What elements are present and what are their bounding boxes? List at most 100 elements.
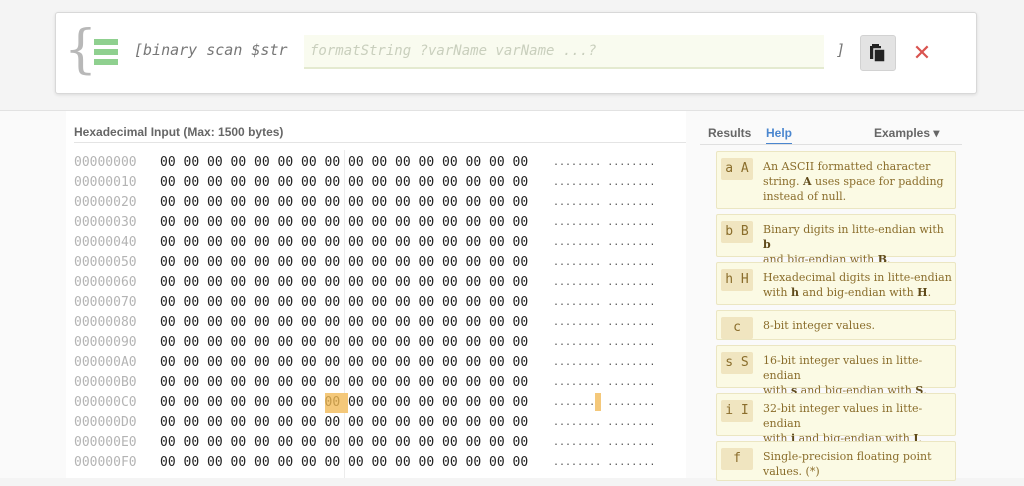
hex-byte[interactable]: 00 [301, 193, 325, 213]
hex-byte[interactable]: 00 [254, 333, 278, 353]
hex-byte[interactable]: 00 [419, 413, 443, 433]
hex-byte[interactable]: 00 [348, 393, 372, 413]
hex-byte[interactable]: 00 [278, 153, 302, 173]
hex-byte[interactable]: 00 [231, 413, 255, 433]
hex-byte[interactable]: 00 [466, 373, 490, 393]
hex-byte[interactable]: 00 [466, 273, 490, 293]
hex-byte[interactable]: 00 [231, 193, 255, 213]
hex-byte[interactable]: 00 [231, 353, 255, 373]
hex-byte[interactable]: 00 [325, 373, 349, 393]
hex-byte[interactable]: 00 [160, 453, 184, 473]
hex-byte[interactable]: 00 [184, 273, 208, 293]
hex-byte[interactable]: 00 [184, 153, 208, 173]
tab-help[interactable]: Help [766, 126, 793, 145]
hex-byte[interactable]: 00 [348, 193, 372, 213]
hex-byte[interactable]: 00 [372, 373, 396, 393]
hex-byte[interactable]: 00 [278, 333, 302, 353]
hex-byte[interactable]: 00 [160, 313, 184, 333]
hex-byte[interactable]: 00 [254, 153, 278, 173]
hex-byte[interactable]: 00 [301, 153, 325, 173]
hex-byte[interactable]: 00 [160, 153, 184, 173]
hex-byte[interactable]: 00 [513, 253, 537, 273]
hex-byte[interactable]: 00 [466, 233, 490, 253]
hex-byte[interactable]: 00 [301, 233, 325, 253]
hex-byte[interactable]: 00 [348, 153, 372, 173]
hex-byte[interactable]: 00 [231, 293, 255, 313]
hex-byte[interactable]: 00 [372, 193, 396, 213]
close-button[interactable]: ✕ [908, 39, 936, 67]
hex-byte[interactable]: 00 [278, 253, 302, 273]
hex-byte[interactable]: 00 [184, 433, 208, 453]
hex-byte[interactable]: 00 [301, 393, 325, 413]
hex-byte[interactable]: 00 [160, 413, 184, 433]
hex-byte[interactable]: 00 [442, 333, 466, 353]
hex-byte[interactable]: 00 [419, 173, 443, 193]
hex-byte[interactable]: 00 [419, 253, 443, 273]
hex-byte[interactable]: 00 [207, 393, 231, 413]
hex-byte[interactable]: 00 [231, 333, 255, 353]
hex-byte[interactable]: 00 [348, 173, 372, 193]
hex-byte[interactable]: 00 [489, 373, 513, 393]
hex-byte[interactable]: 00 [395, 413, 419, 433]
hex-byte[interactable]: 00 [160, 233, 184, 253]
hex-byte[interactable]: 00 [489, 153, 513, 173]
hex-byte[interactable]: 00 [231, 313, 255, 333]
hex-byte[interactable]: 00 [325, 433, 349, 453]
hex-byte[interactable]: 00 [513, 153, 537, 173]
hex-byte[interactable]: 00 [372, 173, 396, 193]
hex-byte[interactable]: 00 [489, 193, 513, 213]
hex-byte[interactable]: 00 [207, 413, 231, 433]
hex-byte[interactable]: 00 [466, 413, 490, 433]
hex-byte[interactable]: 00 [348, 453, 372, 473]
hex-byte[interactable]: 00 [207, 253, 231, 273]
hex-byte[interactable]: 00 [160, 213, 184, 233]
hex-byte[interactable]: 00 [466, 293, 490, 313]
hex-byte[interactable]: 00 [372, 333, 396, 353]
format-string-input[interactable] [304, 35, 824, 69]
hex-byte[interactable]: 00 [513, 313, 537, 333]
hex-byte[interactable]: 00 [184, 373, 208, 393]
hex-byte[interactable]: 00 [184, 453, 208, 473]
hex-byte[interactable]: 00 [254, 233, 278, 253]
hex-byte[interactable]: 00 [348, 353, 372, 373]
hex-byte[interactable]: 00 [489, 233, 513, 253]
hex-byte[interactable]: 00 [301, 293, 325, 313]
hex-byte[interactable]: 00 [442, 393, 466, 413]
hex-byte[interactable]: 00 [442, 213, 466, 233]
hex-byte[interactable]: 00 [207, 433, 231, 453]
hex-byte[interactable]: 00 [231, 253, 255, 273]
hex-byte[interactable]: 00 [489, 173, 513, 193]
hex-byte[interactable]: 00 [489, 333, 513, 353]
hex-byte[interactable]: 00 [395, 213, 419, 233]
hex-byte[interactable]: 00 [442, 273, 466, 293]
hex-byte[interactable]: 00 [301, 453, 325, 473]
hex-byte[interactable]: 00 [395, 333, 419, 353]
hex-byte[interactable]: 00 [231, 433, 255, 453]
hex-byte[interactable]: 00 [348, 253, 372, 273]
hex-byte[interactable]: 00 [207, 233, 231, 253]
hex-byte[interactable]: 00 [160, 373, 184, 393]
hex-byte[interactable]: 00 [395, 253, 419, 273]
hex-byte[interactable]: 00 [513, 273, 537, 293]
help-item[interactable]: a A An ASCII formatted character string. A… [716, 151, 956, 209]
hex-byte[interactable]: 00 [442, 173, 466, 193]
hex-byte[interactable]: 00 [325, 313, 349, 333]
hex-byte[interactable]: 00 [207, 453, 231, 473]
help-item[interactable]: b B Binary digits in litte-endian with ba… [716, 214, 956, 266]
hex-byte[interactable]: 00 [395, 353, 419, 373]
hex-byte[interactable]: 00 [160, 293, 184, 313]
hex-byte[interactable]: 00 [419, 393, 443, 413]
hex-byte[interactable]: 00 [395, 433, 419, 453]
hex-byte[interactable]: 00 [489, 413, 513, 433]
hex-byte[interactable]: 00 [325, 193, 349, 213]
help-item[interactable]: c 8-bit integer values. [716, 310, 956, 340]
hex-byte[interactable]: 00 [395, 273, 419, 293]
hex-byte[interactable]: 00 [184, 193, 208, 213]
hex-byte[interactable]: 00 [325, 333, 349, 353]
hex-byte[interactable]: 00 [513, 293, 537, 313]
hex-byte[interactable]: 00 [419, 313, 443, 333]
hex-byte[interactable]: 00 [395, 393, 419, 413]
hex-byte[interactable]: 00 [442, 153, 466, 173]
hex-byte[interactable]: 00 [395, 313, 419, 333]
hex-byte[interactable]: 00 [207, 373, 231, 393]
